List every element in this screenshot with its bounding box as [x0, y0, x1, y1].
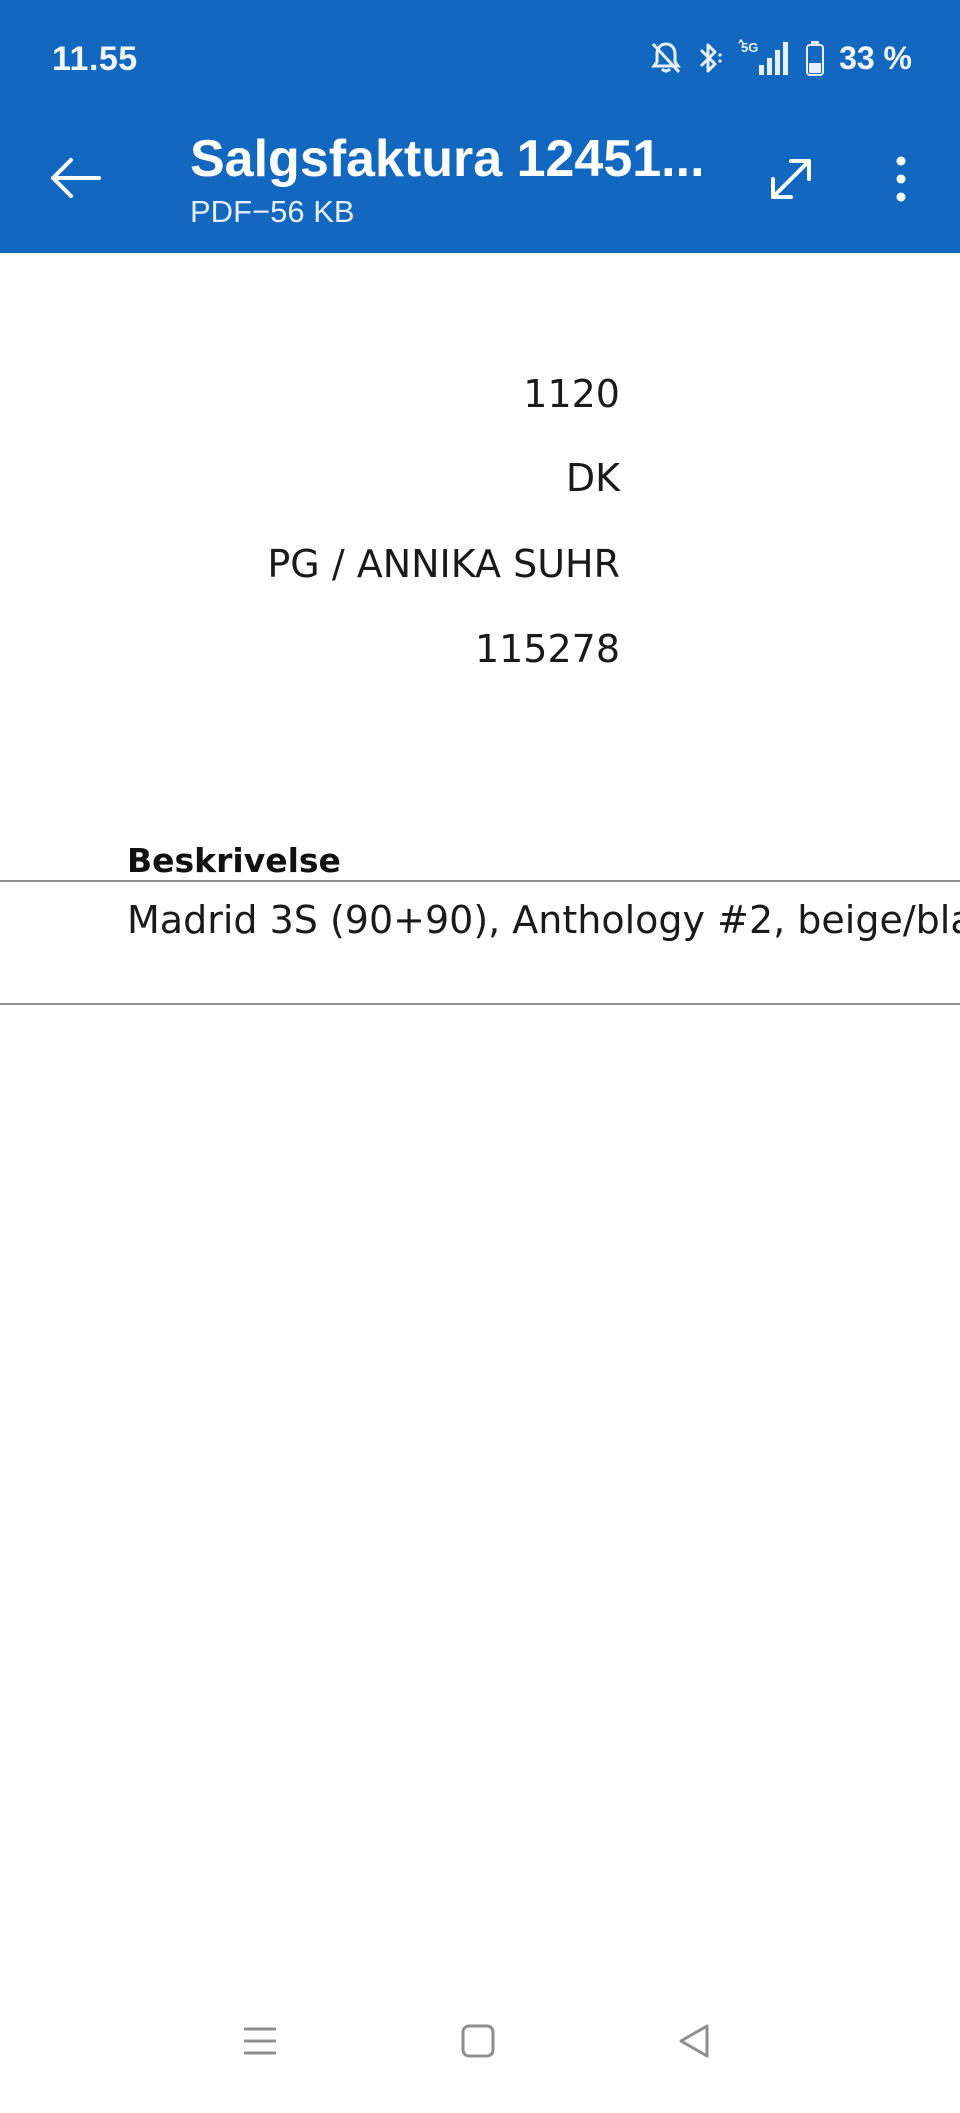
more-options-button[interactable] — [876, 148, 926, 214]
home-icon — [460, 2023, 496, 2064]
document-subtitle: PDF−56 KB — [190, 194, 355, 229]
meta-line: DK — [565, 456, 620, 500]
5g-signal-icon: 5G — [737, 39, 793, 77]
battery-percent: 33 % — [839, 39, 912, 76]
document-title: Salgsfaktura 12451... — [190, 130, 705, 188]
table-header-description: Beskrivelse — [127, 841, 341, 880]
back-icon — [677, 2023, 713, 2064]
pdf-viewer[interactable]: 1120 DK PG / ANNIKA SUHR 115278 Beskrive… — [0, 253, 960, 1983]
meta-line: 1120 — [523, 372, 620, 416]
battery-icon — [805, 40, 825, 76]
svg-text:5G: 5G — [741, 40, 758, 55]
back-arrow-icon — [47, 156, 103, 205]
expand-button[interactable] — [758, 148, 824, 214]
recents-icon — [242, 2023, 278, 2064]
recents-button[interactable] — [220, 2013, 300, 2073]
mute-icon — [649, 40, 683, 76]
table-divider — [0, 1003, 960, 1005]
meta-line: PG / ANNIKA SUHR — [267, 542, 620, 586]
status-icons: 5G 33 % — [649, 38, 912, 78]
expand-icon — [767, 155, 815, 208]
bluetooth-icon — [695, 40, 725, 76]
home-button[interactable] — [438, 2013, 518, 2073]
more-vertical-icon — [895, 156, 907, 207]
back-button[interactable] — [40, 145, 110, 215]
table-row: Madrid 3S (90+90), Anthology #2, beige/b… — [127, 898, 960, 942]
meta-line: 115278 — [474, 627, 620, 671]
system-nav-bar — [0, 1983, 960, 2113]
status-time: 11.55 — [52, 40, 138, 78]
nav-back-button[interactable] — [655, 2013, 735, 2073]
app-bar: 11.55 5G 33 % Salgsfaktura 12451... PDF−… — [0, 0, 960, 253]
table-divider — [0, 880, 960, 882]
title-block: Salgsfaktura 12451... PDF−56 KB — [190, 128, 710, 232]
